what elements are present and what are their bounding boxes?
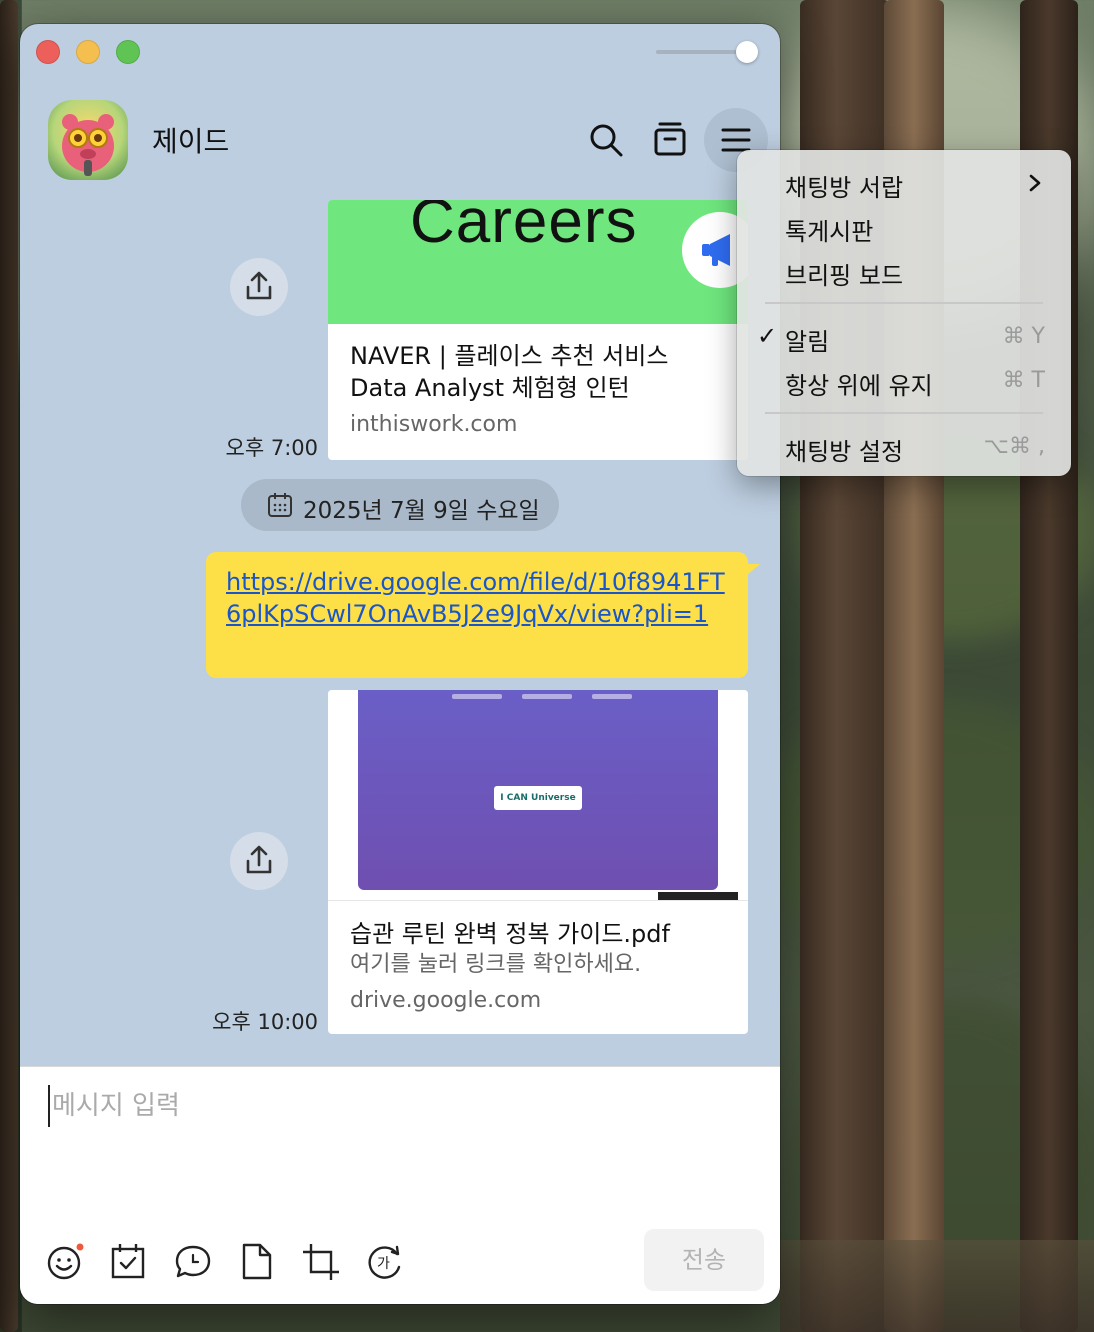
chat-options-menu: 채팅방 서랍 톡게시판 브리핑 보드 ✓ 알림 ⌘ Y 항상 위에 유지 ⌘ T… <box>737 150 1071 476</box>
preview-footer <box>658 892 738 900</box>
speech-bubble-icon[interactable] <box>174 1243 211 1279</box>
card-banner: Careers <box>328 200 748 324</box>
card-title: 습관 루틴 완벽 정복 가이드.pdf <box>350 920 670 948</box>
message-composer: 가 전송 <box>20 1066 780 1304</box>
share-button[interactable] <box>230 832 288 890</box>
menu-item-label: 톡게시판 <box>785 218 874 246</box>
search-icon[interactable] <box>586 120 626 160</box>
card-domain: inthiswork.com <box>350 412 518 437</box>
menu-item-label: 채팅방 설정 <box>785 438 904 466</box>
svg-text:가: 가 <box>377 1256 390 1272</box>
chat-window: 제이드 오후 7:00 Careers NAVER | 플레이스 추천 서비스 … <box>20 24 780 1304</box>
calendar-icon <box>268 493 292 517</box>
hamburger-icon <box>721 128 751 152</box>
menu-item-always-on-top[interactable]: 항상 위에 유지 ⌘ T <box>737 358 1071 402</box>
avatar[interactable] <box>48 100 128 180</box>
link-preview-card[interactable]: Careers NAVER | 플레이스 추천 서비스 Data Analyst… <box>328 200 748 460</box>
chat-title: 제이드 <box>152 125 230 158</box>
bubble-tail <box>746 564 760 576</box>
share-icon <box>246 271 272 300</box>
opacity-slider-thumb[interactable] <box>736 41 758 63</box>
checkmark-icon: ✓ <box>757 322 778 350</box>
crop-icon[interactable] <box>302 1243 339 1280</box>
zoom-window-button[interactable] <box>116 40 140 64</box>
menu-separator <box>765 412 1043 414</box>
card-title: NAVER | 플레이스 추천 서비스 <box>350 342 669 370</box>
preview-image: I CAN Universe <box>358 690 718 890</box>
my-message-bubble: https://drive.google.com/file/d/10f8941F… <box>206 552 760 678</box>
file-icon[interactable] <box>238 1243 274 1280</box>
emoji-icon[interactable] <box>46 1243 84 1280</box>
message-link[interactable]: https://drive.google.com/file/d/10f8941F… <box>226 566 736 630</box>
menu-item-label: 브리핑 보드 <box>785 262 904 290</box>
menu-item-label: 채팅방 서랍 <box>785 174 904 202</box>
card-preview: I CAN Universe <box>328 690 748 900</box>
menu-shortcut: ⌘ Y <box>1002 324 1045 349</box>
menu-item-label: 알림 <box>785 328 830 356</box>
menu-separator <box>765 302 1043 304</box>
preview-nav <box>452 694 652 702</box>
date-text: 2025년 7월 9일 수요일 <box>303 498 540 524</box>
card-domain: drive.google.com <box>350 988 542 1013</box>
message-time: 오후 7:00 <box>225 436 318 460</box>
menu-item-briefing-board[interactable]: 브리핑 보드 <box>737 248 1071 292</box>
calendar-check-icon[interactable] <box>110 1243 146 1279</box>
message-input[interactable] <box>48 1085 754 1127</box>
menu-item-label: 항상 위에 유지 <box>785 372 933 400</box>
menu-item-chat-drawer[interactable]: 채팅방 서랍 <box>737 160 1071 204</box>
share-button[interactable] <box>230 258 288 316</box>
menu-shortcut: ⌥⌘ , <box>983 434 1045 459</box>
link-preview-card[interactable]: I CAN Universe 습관 루틴 완벽 정복 가이드.pdf 여기를 눌… <box>328 690 748 1034</box>
preview-button: I CAN Universe <box>494 786 582 810</box>
date-divider: 2025년 7월 9일 수요일 <box>241 479 559 531</box>
translate-icon[interactable]: 가 <box>366 1243 402 1279</box>
chevron-right-icon <box>1029 174 1041 192</box>
menu-item-chat-settings[interactable]: 채팅방 설정 ⌥⌘ , <box>737 424 1071 468</box>
card-subtitle: 여기를 눌러 링크를 확인하세요. <box>350 952 642 977</box>
share-icon <box>246 845 272 874</box>
send-button[interactable]: 전송 <box>644 1229 764 1291</box>
close-window-button[interactable] <box>36 40 60 64</box>
card-title: Data Analyst 체험형 인턴 <box>350 374 630 402</box>
banner-text: Careers <box>410 200 638 256</box>
message-time: 오후 10:00 <box>212 1010 318 1034</box>
drawer-icon[interactable] <box>650 120 690 160</box>
menu-shortcut: ⌘ T <box>1002 368 1045 393</box>
menu-item-talk-board[interactable]: 톡게시판 <box>737 204 1071 248</box>
menu-item-notifications[interactable]: ✓ 알림 ⌘ Y <box>737 314 1071 358</box>
minimize-window-button[interactable] <box>76 40 100 64</box>
